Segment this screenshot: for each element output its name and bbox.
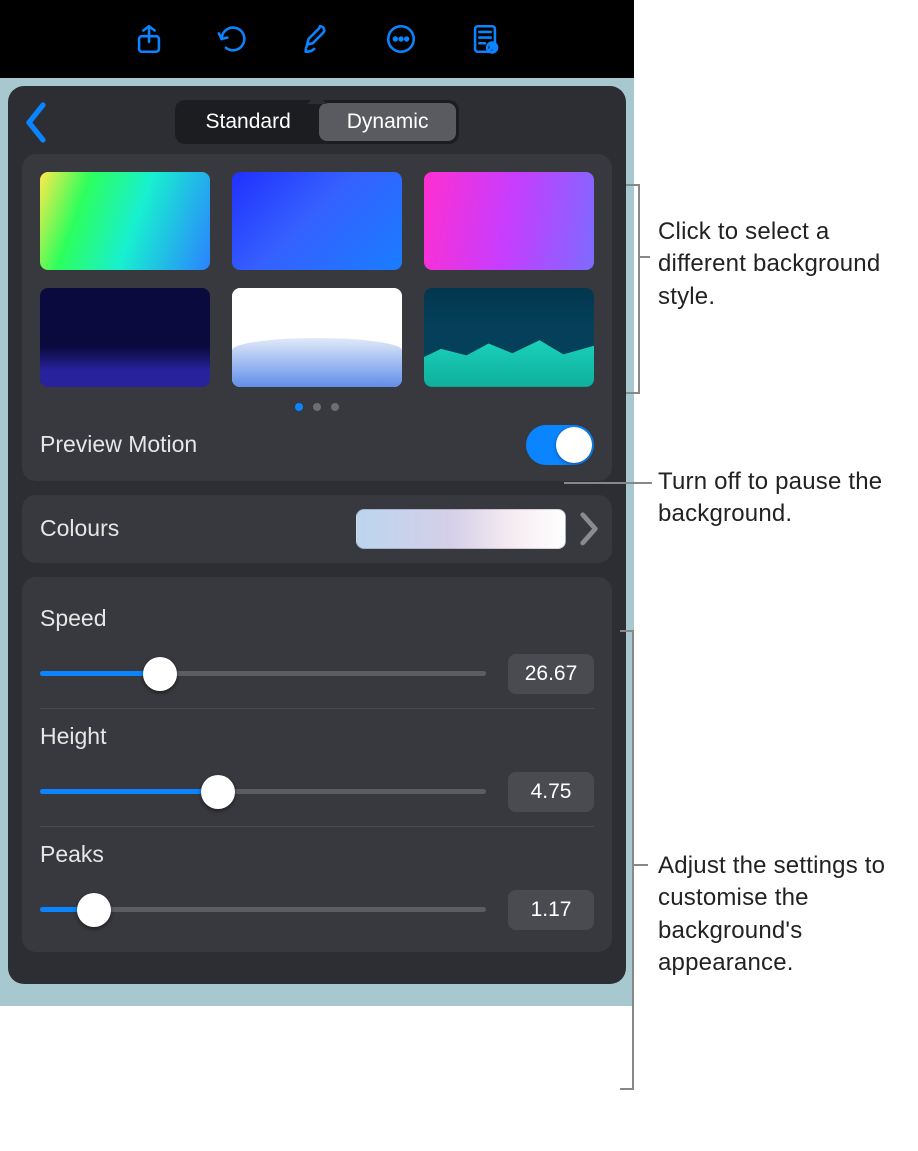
peaks-knob[interactable] (77, 893, 111, 927)
tab-segmented-control: Standard Dynamic (175, 100, 460, 144)
callout-sliders-text: Adjust the settings to customise the bac… (640, 850, 900, 980)
sheet-header: Standard Dynamic (22, 98, 612, 154)
undo-icon[interactable] (216, 22, 250, 56)
speed-fill (40, 671, 160, 676)
top-toolbar (0, 0, 634, 78)
format-brush-icon[interactable] (300, 22, 334, 56)
callout-sliders: Adjust the settings to customise the bac… (640, 850, 900, 980)
more-icon[interactable] (384, 22, 418, 56)
callout-styles: Click to select a different background s… (640, 216, 900, 313)
bg-style-thumb-2[interactable] (232, 172, 402, 270)
bg-style-thumb-4[interactable] (40, 288, 210, 386)
sheet-backdrop: Standard Dynamic (0, 78, 634, 1006)
sliders-card: Speed 26.67 Height (22, 577, 612, 952)
page-dot-1[interactable] (295, 403, 303, 411)
tab-standard[interactable]: Standard (178, 103, 319, 141)
height-group: Height 4.75 (40, 709, 594, 827)
chevron-right-icon[interactable] (578, 515, 600, 543)
presenter-notes-icon[interactable] (468, 22, 502, 56)
bg-style-thumb-5[interactable] (232, 288, 402, 386)
bg-style-thumb-1[interactable] (40, 172, 210, 270)
bg-style-thumb-6[interactable] (424, 288, 594, 386)
speed-label: Speed (40, 605, 594, 632)
callout-styles-text: Click to select a different background s… (640, 216, 900, 313)
speed-slider[interactable] (40, 657, 486, 691)
preview-motion-toggle[interactable] (526, 425, 594, 465)
page-dot-2[interactable] (313, 403, 321, 411)
colours-swatch[interactable] (356, 509, 566, 549)
peaks-group: Peaks 1.17 (40, 827, 594, 944)
height-value[interactable]: 4.75 (508, 772, 594, 812)
background-thumbs-grid (40, 172, 594, 387)
height-label: Height (40, 723, 594, 750)
preview-motion-row: Preview Motion (40, 411, 594, 465)
height-slider[interactable] (40, 775, 486, 809)
back-chevron-icon[interactable] (22, 105, 50, 139)
peaks-value[interactable]: 1.17 (508, 890, 594, 930)
tab-dynamic[interactable]: Dynamic (319, 103, 457, 141)
share-icon[interactable] (132, 22, 166, 56)
colours-row[interactable]: Colours (22, 495, 612, 563)
callout-preview: Turn off to pause the background. (640, 466, 900, 531)
height-knob[interactable] (201, 775, 235, 809)
speed-knob[interactable] (143, 657, 177, 691)
colours-label: Colours (40, 515, 344, 542)
background-styles-card: Preview Motion (22, 154, 612, 481)
device-frame: Standard Dynamic (0, 0, 634, 1006)
speed-group: Speed 26.67 (40, 591, 594, 709)
page-dot-3[interactable] (331, 403, 339, 411)
page-dots[interactable] (40, 403, 594, 411)
speed-value[interactable]: 26.67 (508, 654, 594, 694)
preview-motion-label: Preview Motion (40, 431, 197, 458)
height-fill (40, 789, 218, 794)
callout-preview-text: Turn off to pause the background. (640, 466, 900, 531)
peaks-label: Peaks (40, 841, 594, 868)
peaks-slider[interactable] (40, 893, 486, 927)
format-sheet: Standard Dynamic (8, 86, 626, 984)
bg-style-thumb-3[interactable] (424, 172, 594, 270)
